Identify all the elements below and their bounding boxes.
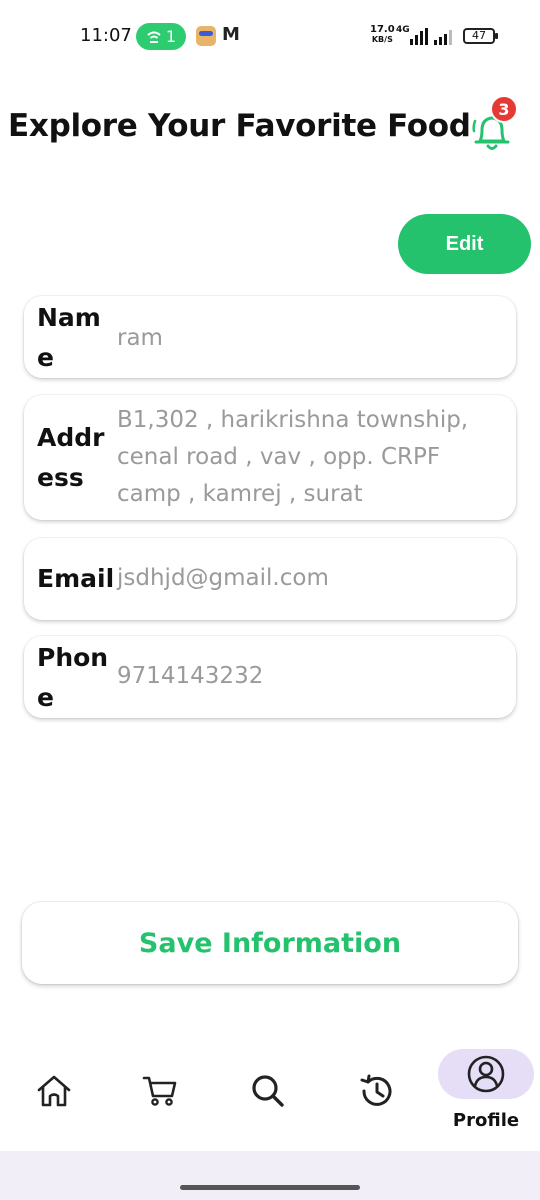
home-icon <box>37 1075 71 1107</box>
phone-value[interactable]: 9714143232 <box>117 658 263 695</box>
name-field[interactable]: Nam e ram <box>24 296 516 378</box>
name-label: Nam e <box>37 303 101 372</box>
nav-profile-label: Profile <box>452 1110 520 1131</box>
nav-cart[interactable] <box>130 1061 190 1121</box>
hotspot-count: 1 <box>165 27 177 46</box>
network-speed: 17.0 KB/S <box>370 25 395 45</box>
network-type: 4G <box>396 25 410 35</box>
phone-field[interactable]: Phon e 9714143232 <box>24 636 516 718</box>
status-time: 11:07 <box>80 25 132 46</box>
address-field[interactable]: Addr ess B1,302 , harikrishna township, … <box>24 395 516 520</box>
status-bar: 11:07 1 M 17.0 KB/S 4G 47 <box>0 0 540 72</box>
edit-button[interactable]: Edit <box>398 214 531 274</box>
email-label: Email <box>37 564 115 593</box>
signal-strength-icon-2 <box>434 27 452 45</box>
address-label: Addr ess <box>37 423 105 492</box>
nav-history[interactable] <box>346 1061 406 1121</box>
app-notification-icon <box>196 26 216 46</box>
nav-search[interactable] <box>238 1061 298 1121</box>
address-value[interactable]: B1,302 , harikrishna township, cenal roa… <box>117 402 468 513</box>
network-speed-value: 17.0 <box>370 24 395 35</box>
page-title: Explore Your Favorite Food <box>8 108 471 144</box>
email-field[interactable]: Email jsdhjd@gmail.com <box>24 538 516 620</box>
home-indicator[interactable] <box>180 1185 360 1190</box>
profile-icon <box>467 1055 505 1093</box>
save-information-button[interactable]: Save Information <box>22 902 518 984</box>
search-icon <box>252 1075 284 1107</box>
network-speed-unit: KB/S <box>371 35 393 44</box>
hotspot-icon <box>147 31 161 43</box>
hotspot-indicator: 1 <box>136 23 186 50</box>
gmail-icon: M <box>222 24 240 45</box>
battery-icon: 47 <box>463 28 498 44</box>
cart-icon <box>142 1076 177 1106</box>
signal-strength-icon <box>410 27 428 45</box>
system-navigation-bar <box>0 1151 540 1200</box>
history-icon <box>360 1074 392 1106</box>
nav-home[interactable] <box>24 1061 84 1121</box>
phone-label: Phon e <box>37 643 109 712</box>
nav-profile[interactable] <box>438 1049 534 1099</box>
email-value[interactable]: jsdhjd@gmail.com <box>117 560 329 597</box>
notification-count-badge: 3 <box>490 95 518 123</box>
name-value[interactable]: ram <box>117 320 163 357</box>
